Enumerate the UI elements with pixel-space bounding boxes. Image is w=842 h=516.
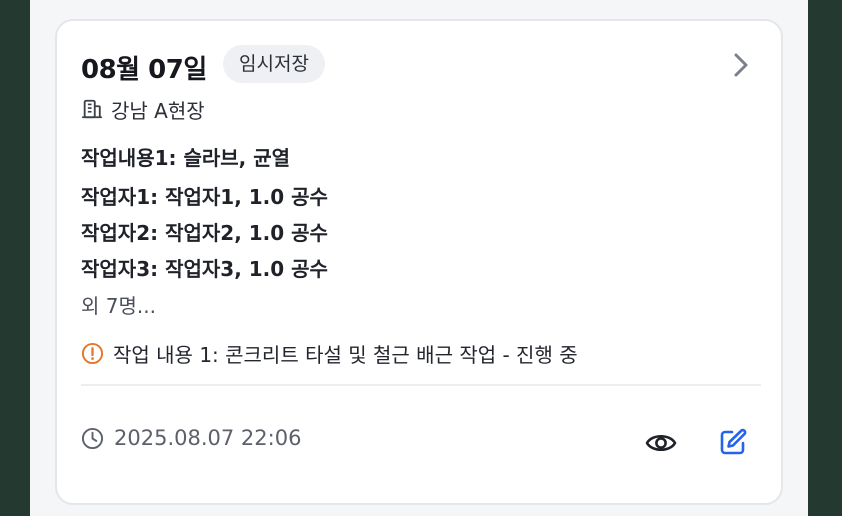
more-workers: 외 7명... bbox=[81, 294, 156, 318]
divider bbox=[81, 384, 761, 386]
worker-line: 작업자3: 작업자3, 1.0 공수 bbox=[81, 257, 328, 281]
alert-circle-icon bbox=[81, 342, 104, 365]
report-date: 08월 07일 bbox=[81, 55, 207, 85]
list-panel: 08월 07일 임시저장 강남 A현장 작업내용1: 슬라브, 균열 작업자1:… bbox=[30, 0, 808, 516]
timestamp-row: 2025.08.07 22:06 bbox=[81, 426, 301, 450]
work-content: 작업내용1: 슬라브, 균열 bbox=[81, 146, 291, 170]
status-badge: 임시저장 bbox=[223, 45, 325, 83]
site-row: 강남 A현장 bbox=[81, 95, 205, 123]
worker-line: 작업자1: 작업자1, 1.0 공수 bbox=[81, 185, 328, 209]
worker-line: 작업자2: 작업자2, 1.0 공수 bbox=[81, 221, 328, 245]
clock-icon bbox=[81, 427, 104, 449]
site-name: 강남 A현장 bbox=[111, 98, 205, 123]
edit-icon[interactable] bbox=[718, 427, 748, 457]
timestamp: 2025.08.07 22:06 bbox=[114, 426, 302, 450]
note-row: 작업 내용 1: 콘크리트 타설 및 철근 배근 작업 - 진행 중 bbox=[81, 339, 578, 368]
daily-report-card[interactable]: 08월 07일 임시저장 강남 A현장 작업내용1: 슬라브, 균열 작업자1:… bbox=[55, 19, 783, 505]
eye-icon[interactable] bbox=[645, 429, 677, 457]
note-text: 작업 내용 1: 콘크리트 타설 및 철근 배근 작업 - 진행 중 bbox=[113, 343, 578, 367]
chevron-right-icon[interactable] bbox=[729, 51, 753, 79]
building-icon bbox=[81, 99, 103, 119]
